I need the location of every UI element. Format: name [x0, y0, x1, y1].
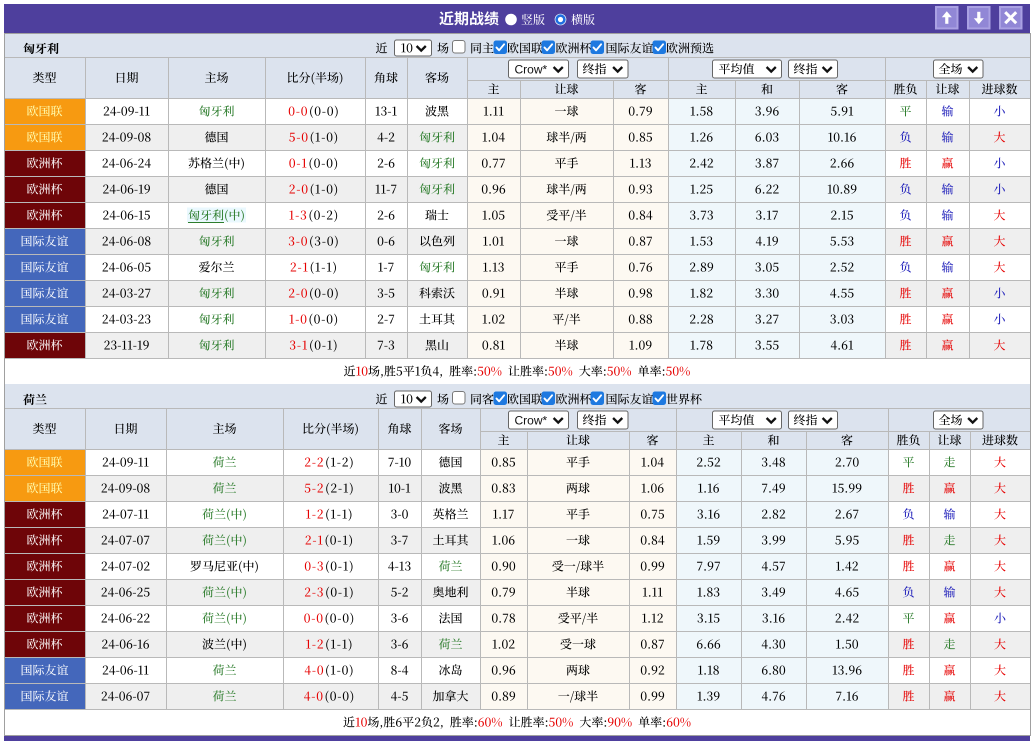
svg-text:Crow*: Crow*: [515, 62, 548, 76]
svg-text:Crow*: Crow*: [515, 413, 548, 427]
